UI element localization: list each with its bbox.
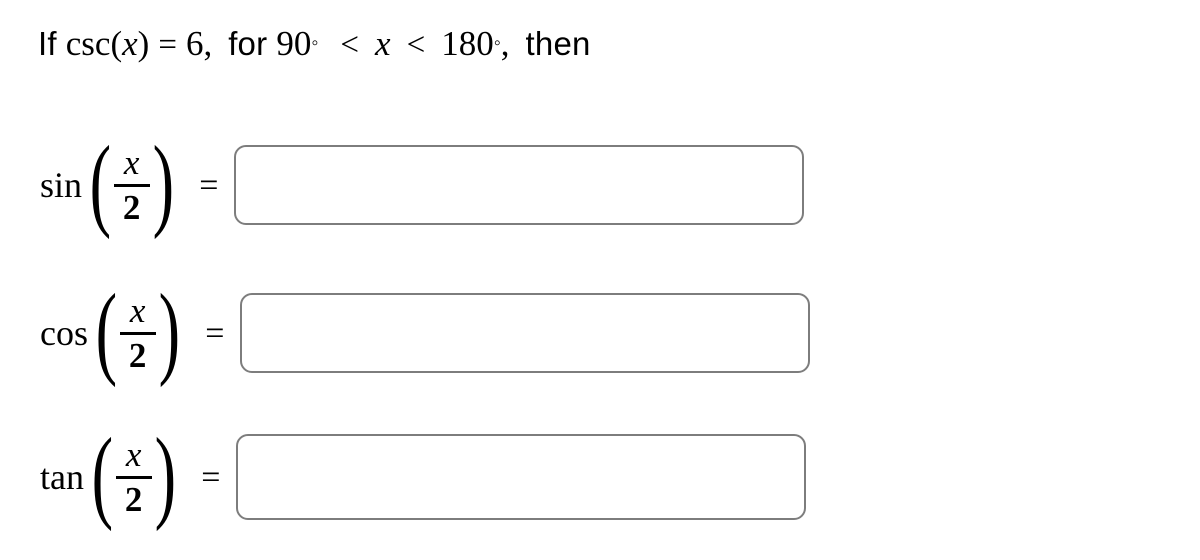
comma: , — [203, 24, 213, 63]
comma-2: , — [500, 24, 510, 63]
equals-sign: = — [199, 167, 219, 204]
expression-tan-half-x: tan ( x 2 ) — [40, 417, 183, 533]
fraction-bar — [113, 184, 150, 187]
open-paren: ( — [91, 417, 114, 533]
close-paren: ) — [158, 273, 180, 389]
fraction-bar — [115, 476, 152, 479]
if-keyword: If — [38, 25, 57, 62]
function-name-tan: tan — [40, 457, 84, 497]
upper-bound-value: 180 — [441, 24, 494, 63]
fraction-x-over-2: x 2 — [115, 435, 152, 519]
equals-sign: = — [205, 315, 225, 352]
open-paren: ( — [95, 273, 118, 389]
open-paren: ( — [89, 125, 112, 241]
expression-cos-half-x: cos ( x 2 ) — [40, 273, 187, 389]
variable-x: x — [122, 24, 138, 63]
close-paren: ) — [154, 417, 176, 533]
for-keyword: for — [228, 25, 268, 62]
equals-sign: = — [158, 27, 177, 63]
answer-input-tan[interactable] — [236, 434, 807, 520]
function-name-sin: sin — [40, 165, 83, 205]
answer-input-cos[interactable] — [240, 293, 811, 373]
function-name-cos: cos — [40, 313, 88, 353]
fraction-x-over-2: x 2 — [119, 291, 156, 375]
lower-bound-value: 90 — [276, 24, 312, 63]
then-keyword: then — [525, 25, 591, 62]
less-than-sign-1: < — [340, 27, 360, 63]
fraction-x-over-2: x 2 — [113, 143, 150, 227]
open-paren: ( — [110, 24, 123, 63]
fraction-numerator: x — [129, 291, 146, 331]
function-name-csc: csc — [65, 24, 111, 63]
fraction-denominator: 2 — [124, 479, 143, 519]
equation-row-sin: sin ( x 2 ) = — [40, 125, 805, 241]
fraction-numerator: x — [123, 143, 140, 183]
csc-value: 6 — [185, 24, 204, 63]
close-paren: ) — [137, 24, 150, 63]
equals-sign: = — [201, 459, 221, 496]
fraction-denominator: 2 — [128, 335, 147, 375]
problem-statement: If csc ( x ) = 6 , for 90 ◦ < x < 180 ◦ , … — [38, 24, 591, 63]
bound-variable-x: x — [375, 24, 391, 63]
expression-sin-half-x: sin ( x 2 ) — [40, 125, 181, 241]
less-than-sign-2: < — [406, 27, 426, 63]
fraction-bar — [119, 332, 156, 335]
fraction-numerator: x — [125, 435, 142, 475]
answer-input-sin[interactable] — [234, 145, 805, 225]
equation-row-tan: tan ( x 2 ) = — [40, 417, 807, 533]
equation-row-cos: cos ( x 2 ) = — [40, 273, 811, 389]
close-paren: ) — [152, 125, 174, 241]
fraction-denominator: 2 — [122, 187, 141, 227]
